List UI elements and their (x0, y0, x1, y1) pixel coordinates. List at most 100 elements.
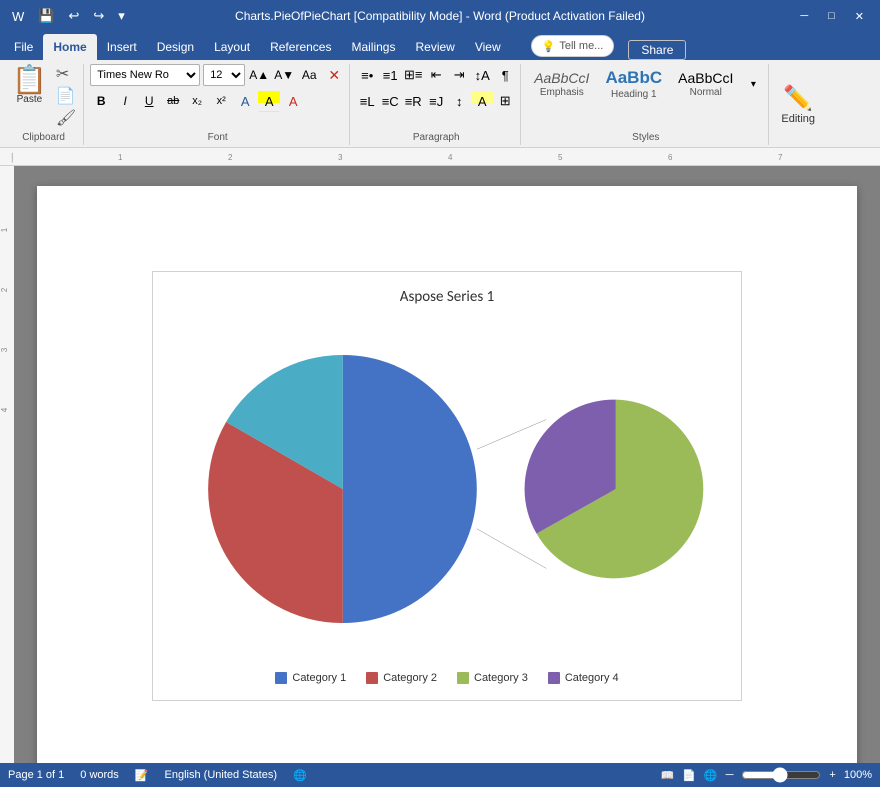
format-painter-button[interactable]: 🖌 (53, 108, 79, 129)
increase-indent-button[interactable]: ⇥ (448, 64, 470, 86)
close-button[interactable]: ✕ (847, 8, 872, 25)
tab-references[interactable]: References (260, 34, 341, 60)
language-icon: 🌐 (293, 769, 307, 782)
sort-button[interactable]: ↕A (471, 64, 493, 86)
copy-button[interactable]: 📄 (53, 86, 79, 107)
share-button[interactable]: Share (628, 40, 686, 60)
print-layout-icon[interactable]: 📄 (682, 769, 696, 782)
minimize-button[interactable]: ─ (792, 8, 816, 24)
paste-button[interactable]: 📋 Paste (8, 64, 51, 107)
svg-text:2: 2 (228, 153, 233, 162)
show-marks-button[interactable]: ¶ (494, 64, 516, 86)
style-heading1[interactable]: AaBbC Heading 1 (598, 64, 669, 104)
tab-home[interactable]: Home (43, 34, 96, 60)
redo-icon[interactable]: ↪ (89, 6, 108, 26)
strikethrough-button[interactable]: ab (162, 90, 184, 112)
superscript-button[interactable]: x² (210, 90, 232, 112)
underline-button[interactable]: U (138, 90, 160, 112)
svg-text:7: 7 (778, 153, 783, 162)
plus-zoom-icon[interactable]: + (829, 769, 835, 781)
legend-item-1: Category 1 (275, 672, 346, 684)
svg-text:1: 1 (0, 227, 9, 232)
font-group-label: Font (90, 132, 345, 145)
decrease-indent-button[interactable]: ⇤ (425, 64, 447, 86)
ribbon-tabs: File Home Insert Design Layout Reference… (0, 32, 880, 60)
zoom-percent: 100% (844, 769, 872, 781)
styles-gallery: AaBbCcI Emphasis AaBbC Heading 1 AaBbCcI… (527, 64, 764, 104)
proofing-icon: 📝 (135, 769, 149, 782)
align-left-button[interactable]: ≡L (356, 90, 378, 112)
chart-legend: Category 1 Category 2 Category 3 Categor… (275, 672, 618, 684)
zoom-slider[interactable] (741, 767, 821, 783)
svg-text:3: 3 (338, 153, 343, 162)
tab-layout[interactable]: Layout (204, 34, 260, 60)
align-right-button[interactable]: ≡R (402, 90, 424, 112)
chart-svg-area (169, 318, 725, 660)
subscript-button[interactable]: x₂ (186, 90, 208, 112)
svg-text:4: 4 (448, 153, 453, 162)
font-size-select[interactable]: 12 (203, 64, 245, 86)
style-emphasis[interactable]: AaBbCcI Emphasis (527, 66, 596, 102)
page: Aspose Series 1 (37, 186, 857, 763)
status-right: 📖 📄 🌐 ─ + 100% (661, 767, 872, 783)
font-group: Times New Ro 12 A▲ A▼ Aa ✕ B I U ab x₂ x… (86, 64, 350, 145)
clear-format-button[interactable]: ✕ (323, 64, 345, 86)
italic-button[interactable]: I (114, 90, 136, 112)
status-bar: Page 1 of 1 0 words 📝 English (United St… (0, 763, 880, 787)
qat-dropdown-icon[interactable]: ▾ (114, 6, 129, 26)
tell-me-box[interactable]: 💡 Tell me... (531, 35, 615, 57)
editing-label: Editing (781, 113, 815, 125)
undo-icon[interactable]: ↩ (64, 6, 83, 26)
tab-view[interactable]: View (465, 34, 511, 60)
chart-svg (169, 329, 725, 649)
ruler-svg: │ 1 2 3 4 5 6 7 (8, 148, 868, 164)
align-center-button[interactable]: ≡C (379, 90, 401, 112)
grow-font-button[interactable]: A▲ (248, 64, 270, 86)
bullets-button[interactable]: ≡• (356, 64, 378, 86)
numbering-button[interactable]: ≡1 (379, 64, 401, 86)
legend-color-3 (457, 672, 469, 684)
maximize-button[interactable]: □ (820, 8, 843, 24)
editing-icon: ✏️ (783, 84, 813, 113)
line-spacing-button[interactable]: ↕ (448, 90, 470, 112)
font-name-select[interactable]: Times New Ro (90, 64, 200, 86)
svg-text:│: │ (10, 152, 15, 163)
style-normal[interactable]: AaBbCcI Normal (671, 66, 740, 102)
highlight-button[interactable]: A (258, 90, 280, 112)
multilevel-button[interactable]: ⊞≡ (402, 64, 424, 86)
font-color-button[interactable]: A (282, 90, 304, 112)
editing-button[interactable]: ✏️ Editing (781, 84, 815, 125)
tab-design[interactable]: Design (147, 34, 204, 60)
borders-button[interactable]: ⊞ (494, 90, 516, 112)
tab-review[interactable]: Review (405, 34, 464, 60)
tab-file[interactable]: File (4, 34, 43, 60)
styles-more-button[interactable]: ▾ (742, 73, 764, 95)
svg-text:5: 5 (558, 153, 563, 162)
left-ruler: 1 2 3 4 (0, 166, 14, 763)
cut-button[interactable]: ✂ (53, 64, 79, 85)
svg-text:6: 6 (668, 153, 673, 162)
word-count: 0 words (80, 769, 119, 781)
web-view-icon[interactable]: 🌐 (704, 769, 718, 782)
shading-button[interactable]: A (471, 90, 493, 112)
paste-label: Paste (17, 94, 43, 105)
minus-zoom-icon[interactable]: ─ (726, 769, 734, 781)
title-bar: W 💾 ↩ ↪ ▾ Charts.PieOfPieChart [Compatib… (0, 0, 880, 32)
legend-item-4: Category 4 (548, 672, 619, 684)
shrink-font-button[interactable]: A▼ (273, 64, 295, 86)
save-icon[interactable]: 💾 (34, 6, 58, 26)
chart-title: Aspose Series 1 (400, 288, 494, 306)
tab-insert[interactable]: Insert (97, 34, 147, 60)
justify-button[interactable]: ≡J (425, 90, 447, 112)
change-case-button[interactable]: Aa (298, 64, 320, 86)
read-mode-icon[interactable]: 📖 (661, 769, 675, 782)
tab-mailings[interactable]: Mailings (341, 34, 405, 60)
svg-text:2: 2 (0, 287, 9, 292)
clipboard-small-buttons: ✂ 📄 🖌 (53, 64, 79, 130)
paragraph-group: ≡• ≡1 ⊞≡ ⇤ ⇥ ↕A ¶ ≡L ≡C ≡R ≡J ↕ A ⊞ Para… (352, 64, 521, 145)
bold-button[interactable]: B (90, 90, 112, 112)
page-info: Page 1 of 1 (8, 769, 64, 781)
word-icon: W (8, 7, 28, 26)
left-ruler-svg: 1 2 3 4 (0, 166, 14, 763)
text-effects-button[interactable]: A (234, 90, 256, 112)
